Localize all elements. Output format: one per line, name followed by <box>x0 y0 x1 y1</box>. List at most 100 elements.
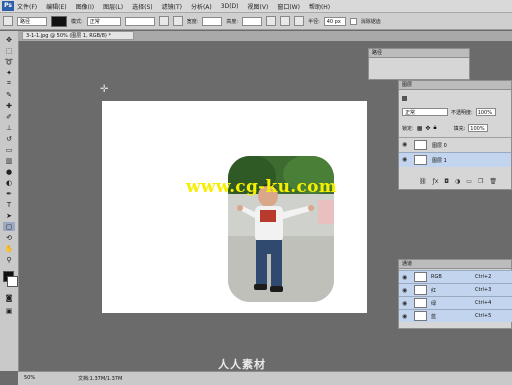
antialias-checkbox[interactable] <box>349 17 357 25</box>
layer-filter-icon[interactable] <box>402 95 407 101</box>
paths-panel-tab[interactable]: 路径 <box>369 49 469 58</box>
color-swatch[interactable] <box>51 15 67 27</box>
channel-row[interactable]: ◉ 蓝 Ctrl+5 <box>399 309 512 322</box>
arrange-icon[interactable] <box>280 16 291 26</box>
clone-stamp-icon[interactable]: ⊥ <box>3 123 15 132</box>
trash-icon[interactable]: 🗑︎ <box>489 178 497 188</box>
antialias-label: 消除锯齿 <box>360 18 381 25</box>
channel-name: 红 <box>431 288 437 294</box>
layer-row[interactable]: ◉ 图层 0 <box>399 137 511 152</box>
menu-filter[interactable]: 滤镜(T) <box>162 2 182 11</box>
layer-mask-icon[interactable]: ◘ <box>444 178 449 188</box>
channel-shortcut: Ctrl+5 <box>475 313 492 319</box>
menu-help[interactable]: 帮助(H) <box>309 2 330 11</box>
visibility-eye-icon[interactable]: ◉ <box>402 274 407 281</box>
lock-all-icon[interactable]: 🔒︎ <box>433 124 436 132</box>
layer-name: 图层 0 <box>432 143 447 149</box>
adjustment-layer-icon[interactable]: ◑ <box>455 178 460 188</box>
channel-shortcut: Ctrl+2 <box>475 274 492 280</box>
layers-panel: 图层 正常 不透明度: 100% 锁定: ▦ ✥ 🔒︎ 填充: 100% ◉ 图… <box>398 80 512 190</box>
tool-preset-icon[interactable] <box>3 16 13 26</box>
path-mode-icon[interactable] <box>158 16 169 26</box>
layer-name: 图层 1 <box>432 158 447 164</box>
pen-tool-icon[interactable]: ✒ <box>3 189 15 198</box>
menu-3d[interactable]: 3D(D) <box>221 3 239 10</box>
shape-mode-icon[interactable] <box>172 16 183 26</box>
menu-image[interactable]: 图像(I) <box>76 2 94 11</box>
eyedropper-icon[interactable]: ✎ <box>3 90 15 99</box>
visibility-eye-icon[interactable]: ◉ <box>402 156 407 163</box>
menu-analysis[interactable]: 分析(A) <box>191 2 212 11</box>
channel-thumbnail <box>414 285 427 295</box>
align-icon[interactable] <box>266 16 277 26</box>
menu-edit[interactable]: 编辑(E) <box>46 2 66 11</box>
gradient-tool-icon[interactable]: ▥ <box>3 156 15 165</box>
blend-mode-select[interactable]: 正常 <box>402 108 448 116</box>
mode-select[interactable]: 正常 <box>86 16 121 26</box>
crop-tool-icon[interactable]: ⌗ <box>3 79 15 88</box>
layer-style-icon[interactable]: ƒx <box>433 178 439 188</box>
layers-panel-tab[interactable]: 图层 <box>399 81 511 90</box>
radius-label: 半径: <box>308 18 320 25</box>
width-input[interactable] <box>202 16 223 26</box>
background-color-icon[interactable] <box>7 276 18 287</box>
visibility-eye-icon[interactable]: ◉ <box>402 141 407 148</box>
fill-input[interactable]: 100% <box>468 124 489 132</box>
radius-input[interactable]: 40 px <box>323 16 346 26</box>
opacity-input[interactable]: 100% <box>475 108 496 116</box>
menu-layer[interactable]: 图层(L) <box>103 2 123 11</box>
path-select-icon[interactable]: ➤ <box>3 211 15 220</box>
channel-name: 蓝 <box>431 314 437 320</box>
channel-shortcut: Ctrl+4 <box>475 300 492 306</box>
lock-label: 锁定: <box>402 125 414 132</box>
zoom-level[interactable]: 50% <box>24 375 35 381</box>
status-bar: 50% 文档:1.37M/1.37M <box>18 371 512 385</box>
link-layers-icon[interactable]: ⛓ <box>419 178 427 188</box>
paths-panel: 路径 <box>368 48 470 80</box>
mode-label: 模式: <box>71 18 83 25</box>
history-brush-icon[interactable]: ↺ <box>3 134 15 143</box>
channel-row[interactable]: ◉ 绿 Ctrl+4 <box>399 296 512 309</box>
type-tool-icon[interactable]: T <box>3 200 15 209</box>
eraser-tool-icon[interactable]: ▭ <box>3 145 15 154</box>
new-layer-icon[interactable]: ❐ <box>478 178 483 188</box>
marquee-tool-icon[interactable]: ⬚ <box>3 46 15 55</box>
channel-name: RGB <box>431 274 442 280</box>
visibility-eye-icon[interactable]: ◉ <box>402 287 407 294</box>
menu-window[interactable]: 窗口(W) <box>277 2 300 11</box>
visibility-eye-icon[interactable]: ◉ <box>402 300 407 307</box>
lock-move-icon[interactable]: ✥ <box>425 125 430 132</box>
visibility-eye-icon[interactable]: ◉ <box>402 313 407 320</box>
menu-select[interactable]: 选择(S) <box>132 2 153 11</box>
healing-brush-icon[interactable]: ✚ <box>3 101 15 110</box>
magic-wand-icon[interactable]: ✦ <box>3 68 15 77</box>
move-tool-icon[interactable]: ✥ <box>3 35 15 44</box>
dodge-tool-icon[interactable]: ◐ <box>3 178 15 187</box>
lasso-tool-icon[interactable]: ➰ <box>3 57 15 66</box>
menu-view[interactable]: 视图(V) <box>248 2 269 11</box>
new-group-icon[interactable]: ▭ <box>466 178 472 188</box>
quick-mask-icon[interactable]: ◙ <box>3 293 15 302</box>
3d-rotate-icon[interactable]: ⟲ <box>3 233 15 242</box>
style-select[interactable]: 路径 <box>17 16 47 26</box>
photoshop-logo-icon[interactable]: Ps <box>2 1 14 11</box>
line-style-select[interactable] <box>124 16 155 26</box>
document-tab[interactable]: 3-1-1.jpg @ 50% (图层 1, RGB/8) * <box>22 31 134 40</box>
channel-name: 绿 <box>431 301 437 307</box>
screen-mode-icon[interactable]: ▣ <box>3 306 15 315</box>
document-info[interactable]: 文档:1.37M/1.37M <box>78 375 122 382</box>
layer-row[interactable]: ◉ 图层 1 <box>399 152 511 167</box>
menu-file[interactable]: 文件(F) <box>17 2 37 11</box>
zoom-tool-icon[interactable]: ⚲ <box>3 255 15 264</box>
height-input[interactable] <box>242 16 263 26</box>
brush-tool-icon[interactable]: ✐ <box>3 112 15 121</box>
gear-icon[interactable] <box>294 16 305 26</box>
channel-row[interactable]: ◉ 红 Ctrl+3 <box>399 283 512 296</box>
channels-panel-tab[interactable]: 通道 <box>399 260 511 269</box>
channel-shortcut: Ctrl+3 <box>475 287 492 293</box>
blur-tool-icon[interactable]: ● <box>3 167 15 176</box>
channel-row[interactable]: ◉ RGB Ctrl+2 <box>399 270 512 283</box>
hand-tool-icon[interactable]: ✋ <box>3 244 15 253</box>
rounded-rect-tool-icon[interactable]: ▢ <box>3 222 15 231</box>
lock-pixels-icon[interactable]: ▦ <box>417 125 423 132</box>
